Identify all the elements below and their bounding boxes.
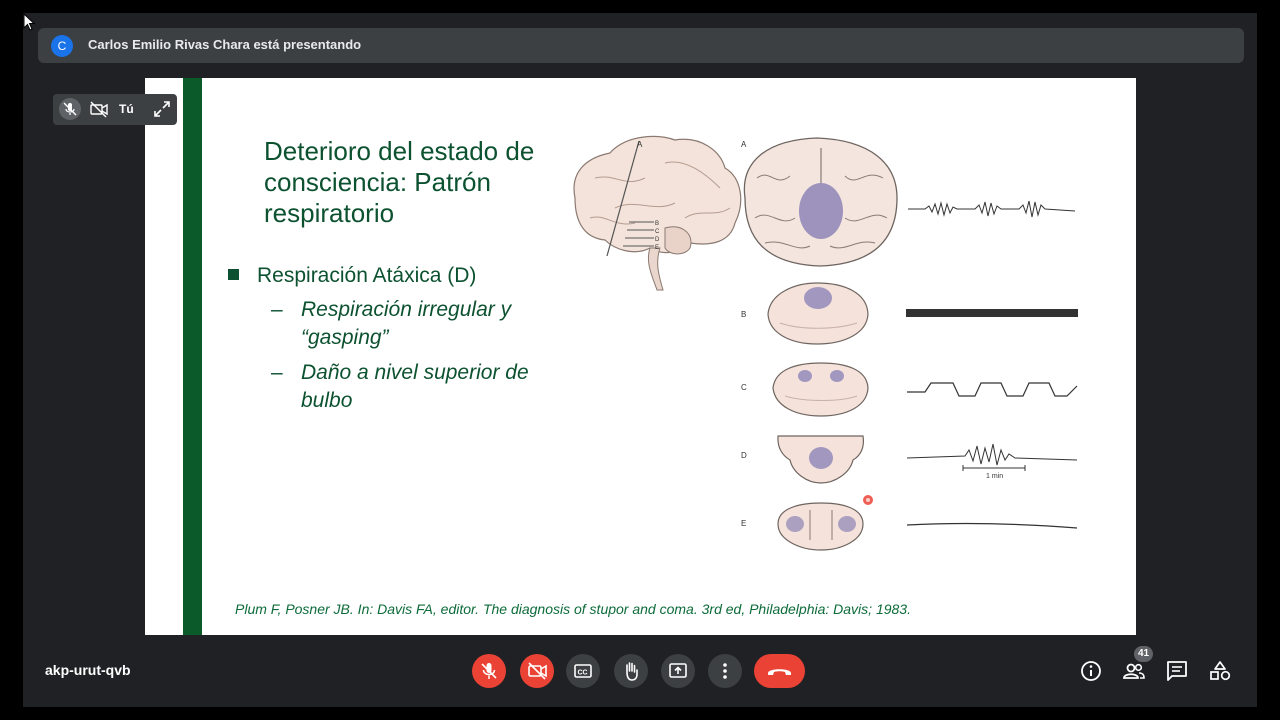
brain-level-label: D [655,237,660,243]
present-icon [669,663,687,678]
breathing-trace-b [906,309,1078,317]
figure-row-label: A [741,140,747,149]
expand-icon[interactable] [151,98,173,120]
leave-call-button[interactable] [754,654,805,688]
presenter-avatar: C [51,35,73,57]
raise-hand-button[interactable] [614,654,648,688]
breathing-trace-a [908,200,1076,218]
activities-icon[interactable] [1207,658,1233,684]
captions-icon: CC [574,664,592,678]
self-view-label: Tú [119,102,134,116]
presenter-status-text: Carlos Emilio Rivas Chara está presentan… [88,37,362,52]
participants-count-badge: 41 [1134,646,1153,662]
respiratory-pattern-figure: A B C D E A B C D E 1 min [573,135,1078,551]
breathing-trace-c [907,382,1078,397]
cross-section-b [767,282,869,345]
brain-level-label: A [637,140,643,149]
cross-section-a [743,137,898,267]
brain-level-label: E [655,245,659,251]
raise-hand-icon [626,662,638,681]
mouse-cursor-icon [23,13,36,31]
slide-citation: Plum F, Posner JB. In: Davis FA, editor.… [235,601,911,617]
brain-sagittal-diagram: A B C D E [573,135,742,291]
brain-level-label: C [655,229,660,235]
time-scale-label: 1 min [986,473,1003,480]
breathing-trace-e [906,522,1078,529]
self-view-tile[interactable]: Tú [53,94,177,125]
svg-text:CC: CC [578,670,588,677]
info-icon[interactable] [1078,658,1104,684]
presenter-banner: C Carlos Emilio Rivas Chara está present… [38,28,1244,63]
captions-button[interactable]: CC [566,654,600,688]
mic-off-icon [481,663,497,679]
hang-up-icon [768,669,791,675]
cross-section-c [772,362,869,417]
more-options-button[interactable] [708,654,742,688]
figure-row-label: B [741,310,746,319]
brain-level-label: B [655,221,659,227]
presentation-slide: Deterioro del estado de consciencia: Pat… [145,78,1136,635]
present-screen-button[interactable] [661,654,695,688]
breathing-trace-d [906,443,1078,466]
camera-off-icon[interactable] [88,98,110,120]
camera-off-icon [528,662,547,680]
meeting-code: akp-urut-qvb [45,662,131,678]
figure-row-label: D [741,451,747,460]
mic-toggle-button[interactable] [472,654,506,688]
figure-row-label: E [741,519,746,528]
cross-section-d [777,435,865,484]
more-options-icon [723,663,727,679]
figure-row-label: C [741,383,747,392]
mic-off-icon[interactable] [59,98,81,120]
chat-icon[interactable] [1164,658,1190,684]
cross-section-e [777,502,864,551]
camera-toggle-button[interactable] [520,654,554,688]
